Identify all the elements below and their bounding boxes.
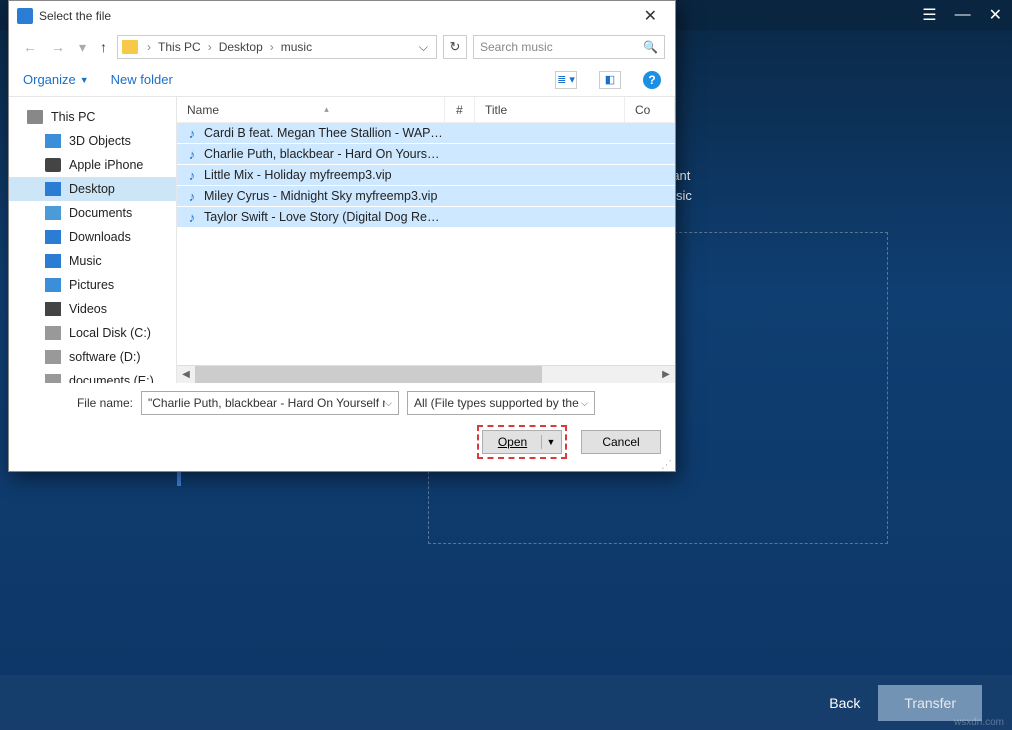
crumb-desktop[interactable]: Desktop: [217, 40, 265, 54]
crumb-this-pc[interactable]: This PC: [156, 40, 203, 54]
app-footer: Back Transfer: [0, 675, 1012, 730]
pc-icon: [27, 110, 43, 124]
video-icon: [45, 302, 61, 316]
column-contributing[interactable]: Co: [625, 97, 675, 122]
music-file-icon: ♪: [185, 147, 199, 161]
tree-apple-iphone[interactable]: Apple iPhone: [9, 153, 176, 177]
column-name[interactable]: Name▴: [177, 97, 445, 122]
preview-pane-button[interactable]: ◧: [599, 71, 621, 89]
back-button[interactable]: Back: [829, 695, 860, 711]
cube-icon: [45, 134, 61, 148]
search-icon: 🔍: [643, 40, 658, 54]
chevron-down-icon[interactable]: ⌵: [581, 398, 588, 409]
crumb-music[interactable]: music: [279, 40, 314, 54]
tree-this-pc[interactable]: This PC: [9, 105, 176, 129]
list-icon[interactable]: ☰: [922, 5, 936, 25]
tree-documents-e[interactable]: documents (E:): [9, 369, 176, 383]
resize-grip-icon[interactable]: ⋰: [661, 463, 672, 468]
scroll-track[interactable]: [195, 366, 657, 383]
file-row[interactable]: ♪Little Mix - Holiday myfreemp3.vip: [177, 165, 675, 186]
nav-up-icon[interactable]: ↑: [96, 37, 111, 57]
desktop-icon: [45, 182, 61, 196]
sidebar-indicator: [177, 471, 181, 486]
breadcrumb-dropdown-icon[interactable]: ⌵: [415, 40, 432, 55]
scroll-right-icon[interactable]: ▶: [657, 366, 675, 383]
dialog-titlebar: Select the file ✕: [9, 1, 675, 31]
nav-recent-icon[interactable]: ▾: [75, 37, 90, 58]
close-icon[interactable]: ✕: [989, 5, 1002, 25]
document-icon: [45, 206, 61, 220]
file-row[interactable]: ♪Charlie Puth, blackbear - Hard On Yours…: [177, 144, 675, 165]
dialog-body: This PC 3D Objects Apple iPhone Desktop …: [9, 97, 675, 383]
file-list: ♪Cardi B feat. Megan Thee Stallion - WAP…: [177, 123, 675, 365]
file-row[interactable]: ♪Miley Cyrus - Midnight Sky myfreemp3.vi…: [177, 186, 675, 207]
cancel-button[interactable]: Cancel: [581, 430, 661, 454]
file-list-header: Name▴ # Title Co: [177, 97, 675, 123]
tree-local-disk-c[interactable]: Local Disk (C:): [9, 321, 176, 345]
tree-documents[interactable]: Documents: [9, 201, 176, 225]
tree-3d-objects[interactable]: 3D Objects: [9, 129, 176, 153]
filetype-select[interactable]: All (File types supported by the ⌵: [407, 391, 595, 415]
dialog-toolbar: Organize ▼ New folder ≣ ▾ ◧ ?: [9, 63, 675, 97]
music-file-icon: ♪: [185, 126, 199, 140]
organize-menu[interactable]: Organize ▼: [23, 72, 89, 87]
music-file-icon: ♪: [185, 210, 199, 224]
dialog-close-icon[interactable]: ✕: [634, 2, 667, 30]
tree-pictures[interactable]: Pictures: [9, 273, 176, 297]
file-pane: Name▴ # Title Co ♪Cardi B feat. Megan Th…: [177, 97, 675, 383]
help-icon[interactable]: ?: [643, 71, 661, 89]
tree-desktop[interactable]: Desktop: [9, 177, 176, 201]
column-number[interactable]: #: [445, 97, 475, 122]
phone-icon: [45, 158, 61, 172]
sort-asc-icon: ▴: [324, 104, 329, 115]
view-options-button[interactable]: ≣ ▾: [555, 71, 577, 89]
tree-software-d[interactable]: software (D:): [9, 345, 176, 369]
folder-icon: [122, 40, 138, 54]
file-row[interactable]: ♪Taylor Swift - Love Story (Digital Dog …: [177, 207, 675, 228]
filename-input[interactable]: "Charlie Puth, blackbear - Hard On Yours…: [141, 391, 399, 415]
picture-icon: [45, 278, 61, 292]
open-button-highlight: Open ▼: [477, 425, 567, 459]
music-file-icon: ♪: [185, 189, 199, 203]
music-file-icon: ♪: [185, 168, 199, 182]
tree-videos[interactable]: Videos: [9, 297, 176, 321]
scroll-thumb[interactable]: [195, 366, 542, 383]
open-button[interactable]: Open ▼: [482, 430, 562, 454]
open-dropdown-icon[interactable]: ▼: [542, 437, 560, 447]
disk-icon: [45, 326, 61, 340]
search-placeholder: Search music: [480, 40, 553, 54]
watermark: wsxdn.com: [954, 717, 1004, 728]
chevron-right-icon: ›: [205, 40, 215, 54]
chevron-down-icon: ▼: [80, 75, 89, 85]
chevron-right-icon: ›: [144, 40, 154, 54]
app-icon: [17, 8, 33, 24]
music-icon: [45, 254, 61, 268]
scroll-left-icon[interactable]: ◀: [177, 366, 195, 383]
new-folder-button[interactable]: New folder: [111, 72, 173, 87]
folder-tree: This PC 3D Objects Apple iPhone Desktop …: [9, 97, 177, 383]
column-title[interactable]: Title: [475, 97, 625, 122]
dialog-title: Select the file: [39, 9, 111, 23]
tree-downloads[interactable]: Downloads: [9, 225, 176, 249]
transfer-button[interactable]: Transfer: [878, 685, 982, 721]
dialog-nav: ← → ▾ ↑ › This PC › Desktop › music ⌵ ↻ …: [9, 31, 675, 63]
disk-icon: [45, 350, 61, 364]
filename-label: File name:: [23, 396, 133, 410]
refresh-button[interactable]: ↻: [443, 35, 467, 59]
dialog-footer: File name: "Charlie Puth, blackbear - Ha…: [9, 383, 675, 471]
nav-forward-icon[interactable]: →: [47, 37, 69, 57]
nav-back-icon[interactable]: ←: [19, 37, 41, 57]
horizontal-scrollbar[interactable]: ◀ ▶: [177, 365, 675, 383]
tree-music[interactable]: Music: [9, 249, 176, 273]
search-input[interactable]: Search music 🔍: [473, 35, 665, 59]
breadcrumb[interactable]: › This PC › Desktop › music ⌵: [117, 35, 437, 59]
minimize-icon[interactable]: —: [955, 6, 971, 24]
chevron-down-icon[interactable]: ⌵: [385, 398, 392, 409]
disk-icon: [45, 374, 61, 383]
chevron-right-icon: ›: [267, 40, 277, 54]
download-icon: [45, 230, 61, 244]
file-dialog: Select the file ✕ ← → ▾ ↑ › This PC › De…: [8, 0, 676, 472]
file-row[interactable]: ♪Cardi B feat. Megan Thee Stallion - WAP…: [177, 123, 675, 144]
